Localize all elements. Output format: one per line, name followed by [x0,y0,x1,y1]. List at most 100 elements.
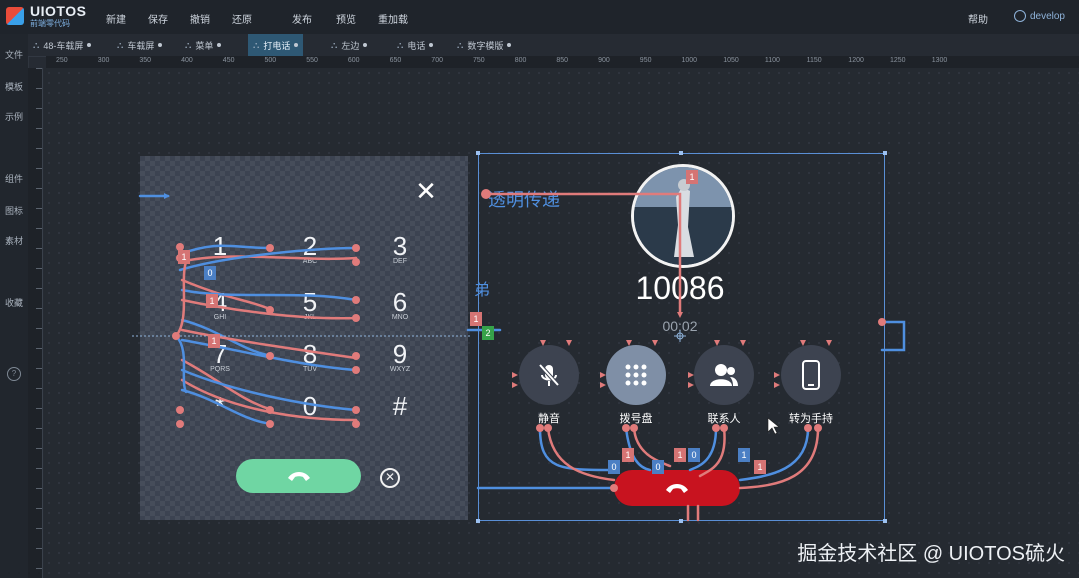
dial-key-1[interactable]: 1 [190,232,250,260]
sidebar-item-components[interactable]: 组件 [0,172,28,185]
ruler-tick [36,508,42,509]
redo-button[interactable]: 还原 [232,11,252,26]
resize-handle[interactable] [679,519,683,523]
dial-key-3[interactable]: 3 [370,232,430,260]
handheld-label: 转为手持 [789,413,833,425]
dial-key-#[interactable]: # [370,392,430,420]
dial-key-5[interactable]: 5 [280,288,340,316]
tab-digit-template[interactable]: ⛬ 数字模版 [452,34,516,56]
dial-key-*[interactable]: * [190,392,250,420]
resize-handle[interactable] [476,519,480,523]
sidebar-item-templates[interactable]: 模板 [0,80,28,93]
user-name: develop [1029,10,1065,22]
tab-label: 数字模版 [467,40,504,51]
dial-key-2[interactable]: 2 [280,232,340,260]
clear-icon[interactable]: ✕ [380,468,400,488]
ruler-tick-label: 800 [514,57,527,64]
mute-button[interactable] [519,345,579,405]
tab-car-screen[interactable]: ⛬ 车载屏 [112,34,167,56]
help-circle-icon[interactable]: ? [7,367,21,381]
link-badge[interactable]: 0 [688,448,700,462]
resize-handle[interactable] [883,519,887,523]
sidebar-item-icons[interactable]: 图标 [0,204,28,217]
publish-button[interactable]: 发布 [292,11,312,26]
handheld-button[interactable] [781,345,841,405]
tab-close-dot[interactable] [429,43,434,47]
passthrough-label: 透明传递 [488,190,560,210]
dial-key-letters: PQRS [210,366,230,373]
call-button[interactable] [236,459,361,493]
new-button[interactable]: 新建 [106,11,126,26]
undo-button[interactable]: 撤销 [190,11,210,26]
link-badge[interactable]: 0 [608,460,620,474]
sidebar-item-examples[interactable]: 示例 [0,110,28,123]
link-badge[interactable]: 1 [622,448,634,462]
tab-close-dot[interactable] [294,43,299,47]
preview-button[interactable]: 预览 [336,11,356,26]
tab-make-call[interactable]: ⛬ 打电话 [248,34,304,56]
sidebar-item-assets[interactable]: 素材 [0,234,28,247]
link-badge[interactable]: 1 [470,312,482,326]
resize-handle[interactable] [476,151,480,155]
tree-icon: ⛬ [117,39,124,50]
link-badge[interactable]: 1 [674,448,686,462]
link-badge[interactable]: 2 [482,326,494,340]
link-badge[interactable]: 0 [652,460,664,474]
sidebar-item-files[interactable]: 文件 [0,48,28,61]
tree-icon: ⛬ [253,39,260,50]
tab-close-dot[interactable] [507,43,512,47]
dial-key-0[interactable]: 0 [280,392,340,420]
link-badge[interactable]: 1 [208,334,220,348]
link-badge[interactable]: 1 [178,250,190,264]
tab-close-dot[interactable] [217,43,222,47]
tab-menu[interactable]: ⛬ 菜单 [180,34,226,56]
tab-left[interactable]: ⛬ 左边 [326,34,372,56]
reload-button[interactable]: 重加载 [378,11,408,26]
dial-key-letters: GHI [213,314,227,321]
tab-phone[interactable]: ⛬ 电话 [392,34,438,56]
tab-close-dot[interactable] [158,43,163,47]
dial-key-7[interactable]: 7 [190,340,250,368]
link-badge[interactable]: 1 [738,448,750,462]
sidebar-item-favorites[interactable]: 收藏 [0,296,28,309]
link-badge[interactable]: 1 [206,294,218,308]
tab-label: 电话 [407,40,426,51]
close-icon[interactable]: ✕ [412,178,440,204]
link-badge[interactable]: 1 [754,460,766,474]
ruler-tick-label: 1100 [764,57,780,64]
tab-48-car-screen[interactable]: ⛬ 48-车载屏 [28,34,96,56]
dial-key-4[interactable]: 4 [190,288,250,316]
dial-key-9[interactable]: 9 [370,340,430,368]
ruler-tick-label: 850 [556,57,569,64]
ruler-tick-label: 950 [639,57,652,64]
dial-key-letters: WXYZ [389,366,411,373]
link-badge[interactable]: 0 [204,266,216,280]
left-sidebar: 文件 模板 示例 组件 图标 素材 收藏 ? [0,34,29,578]
hangup-button[interactable] [614,470,740,506]
ruler-tick [36,148,42,149]
link-badge[interactable]: 1 [686,170,698,184]
mute-label: 静音 [538,413,560,425]
dial-key-letters: TUV [303,366,317,373]
contacts-button[interactable] [694,345,754,405]
save-button[interactable]: 保存 [148,11,168,26]
resize-handle[interactable] [883,151,887,155]
keypad-icon [625,364,647,386]
dial-key-6[interactable]: 6 [370,288,430,316]
dial-key-8[interactable]: 8 [280,340,340,368]
ruler-tick [36,568,42,569]
tab-label: 48-车载屏 [43,40,84,51]
call-timer: 00:02 [662,318,698,334]
dial-key-letters: JKL [303,314,317,321]
ruler-tick [36,448,42,449]
keypad-button[interactable] [606,345,666,405]
resize-handle[interactable] [679,151,683,155]
tab-close-dot[interactable] [87,43,92,47]
ruler-tick [36,428,42,429]
tab-close-dot[interactable] [363,43,368,47]
ruler-tick [36,288,42,289]
ruler-tick-label: 300 [97,57,110,64]
tab-label: 打电话 [263,40,291,51]
help-button[interactable]: 帮助 [968,11,988,26]
user-menu[interactable]: develop [1013,10,1065,22]
